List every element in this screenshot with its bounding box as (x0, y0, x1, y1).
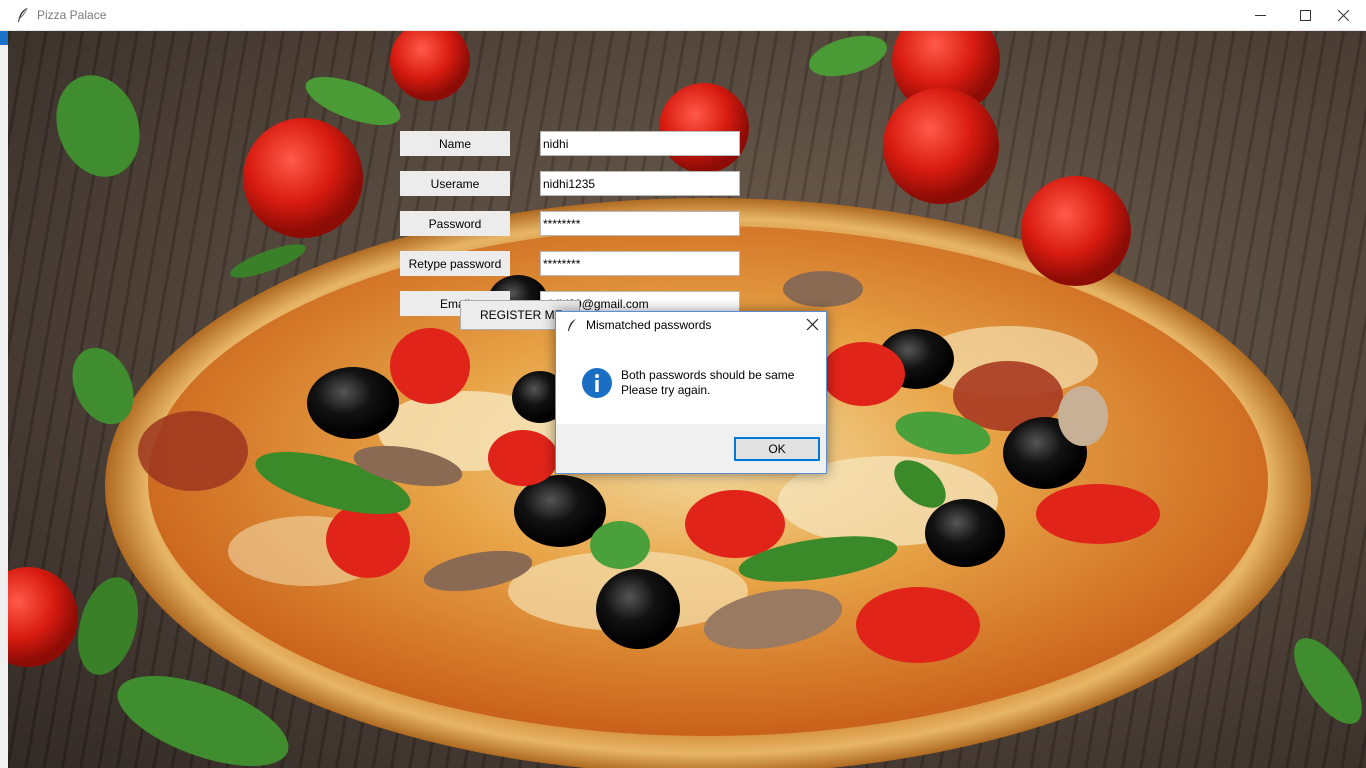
password-label: Password (400, 211, 510, 236)
ok-button[interactable]: OK (734, 437, 820, 461)
retype-password-label: Retype password (400, 251, 510, 276)
username-input[interactable] (540, 171, 740, 196)
window-title: Pizza Palace (37, 8, 107, 22)
dialog-message-line2: Please try again. (621, 383, 711, 397)
dialog-title: Mismatched passwords (586, 318, 712, 332)
info-icon (582, 368, 612, 398)
username-label: Userame (400, 171, 510, 196)
mismatched-passwords-dialog: Mismatched passwords Both passwords shou… (555, 311, 827, 474)
retype-password-input[interactable] (540, 251, 740, 276)
title-bar: Pizza Palace (0, 0, 1366, 31)
feather-icon (568, 319, 576, 331)
desktop-edge (0, 31, 8, 768)
name-input[interactable] (540, 131, 740, 156)
password-input[interactable] (540, 211, 740, 236)
close-window-button[interactable] (1320, 0, 1366, 30)
dialog-message-line1: Both passwords should be same (621, 368, 795, 382)
minimize-icon (1254, 14, 1266, 16)
maximize-icon (1299, 9, 1311, 21)
close-icon[interactable] (803, 317, 821, 333)
name-label: Name (400, 131, 510, 156)
dialog-footer: OK (556, 424, 826, 473)
feather-icon (18, 7, 28, 22)
minimize-button[interactable] (1237, 0, 1283, 30)
close-icon (1337, 9, 1349, 21)
